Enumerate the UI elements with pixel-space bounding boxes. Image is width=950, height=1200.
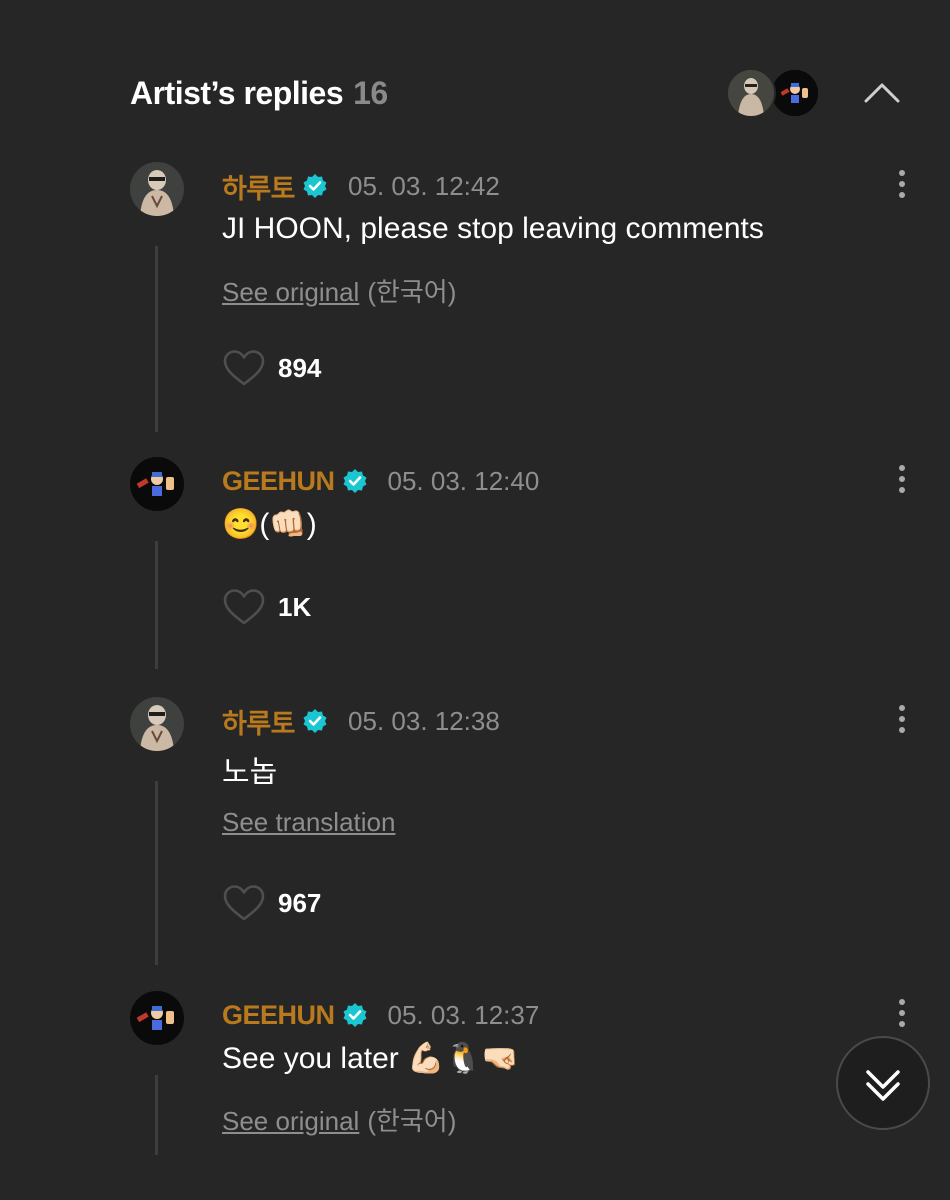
- see-original-link[interactable]: See original: [222, 1106, 359, 1136]
- artist-avatars[interactable]: [726, 68, 820, 118]
- see-translation-link[interactable]: See translation: [222, 807, 395, 837]
- more-options-button[interactable]: [890, 703, 914, 735]
- thread-line: [155, 246, 158, 432]
- reply-text: 😊(👊🏻): [222, 508, 317, 541]
- scroll-down-button[interactable]: [836, 1036, 930, 1130]
- source-language: (한국어): [367, 1106, 457, 1136]
- thread-line: [155, 541, 158, 669]
- header-title: Artist’s replies 16: [130, 75, 388, 112]
- see-original-link[interactable]: See original: [222, 277, 359, 307]
- like-row: 894: [222, 348, 321, 388]
- header-title-text: Artist’s replies: [130, 75, 344, 111]
- more-options-button[interactable]: [890, 463, 914, 495]
- source-language: (한국어): [367, 277, 457, 307]
- see-original-row: See original (한국어): [222, 272, 456, 309]
- heart-icon[interactable]: [222, 348, 266, 388]
- heart-icon[interactable]: [222, 883, 266, 923]
- author-name[interactable]: GEEHUN: [222, 466, 335, 497]
- author-name[interactable]: GEEHUN: [222, 1000, 335, 1031]
- timestamp: 05. 03. 12:40: [387, 465, 540, 496]
- timestamp: 05. 03. 12:42: [348, 170, 500, 201]
- double-chevron-down-icon: [866, 1070, 900, 1101]
- reply-meta: GEEHUN 05. 03. 12:40: [222, 463, 539, 499]
- more-vertical-icon: [899, 999, 905, 1027]
- haruto-avatar[interactable]: [130, 162, 184, 216]
- geehun-avatar[interactable]: [130, 991, 184, 1045]
- verified-badge-icon: [303, 709, 327, 733]
- replies-header: Artist’s replies 16: [0, 60, 950, 126]
- see-original-row: See original (한국어): [222, 1101, 456, 1138]
- like-count: 967: [278, 887, 322, 918]
- thread-line: [155, 1075, 158, 1155]
- like-row: 1K: [222, 587, 311, 627]
- author-name[interactable]: 하루토: [222, 702, 296, 741]
- reply-meta: 하루토 05. 03. 12:38: [222, 703, 500, 739]
- reply-text: See you later 💪🏻🐧🤜🏻: [222, 1042, 520, 1075]
- see-translation-row: See translation: [222, 807, 395, 838]
- verified-badge-icon: [303, 174, 327, 198]
- reply-meta: 하루토 05. 03. 12:42: [222, 168, 500, 204]
- geehun-avatar[interactable]: [130, 457, 184, 511]
- more-vertical-icon: [899, 465, 905, 493]
- more-options-button[interactable]: [890, 168, 914, 200]
- more-vertical-icon: [899, 705, 905, 733]
- like-count: 1K: [278, 591, 312, 622]
- thread-line: [155, 781, 158, 965]
- verified-badge-icon: [343, 1003, 367, 1027]
- chevron-up-icon: [864, 83, 900, 103]
- like-count: 894: [278, 352, 322, 383]
- like-row: 967: [222, 883, 321, 923]
- more-vertical-icon: [899, 170, 905, 198]
- reply-text: 노놉: [222, 756, 278, 789]
- collapse-button[interactable]: [862, 75, 902, 111]
- heart-icon[interactable]: [222, 587, 266, 627]
- geehun-mini-avatar: [770, 68, 820, 118]
- timestamp: 05. 03. 12:38: [348, 705, 500, 736]
- haruto-avatar[interactable]: [130, 697, 184, 751]
- reply-meta: GEEHUN 05. 03. 12:37: [222, 997, 539, 1033]
- verified-badge-icon: [343, 469, 367, 493]
- more-options-button[interactable]: [890, 997, 914, 1029]
- author-name[interactable]: 하루토: [222, 167, 296, 206]
- timestamp: 05. 03. 12:37: [387, 999, 540, 1030]
- haruto-mini-avatar: [726, 68, 776, 118]
- reply-count: 16: [353, 75, 388, 111]
- reply-text: JI HOON, please stop leaving comments: [222, 212, 764, 245]
